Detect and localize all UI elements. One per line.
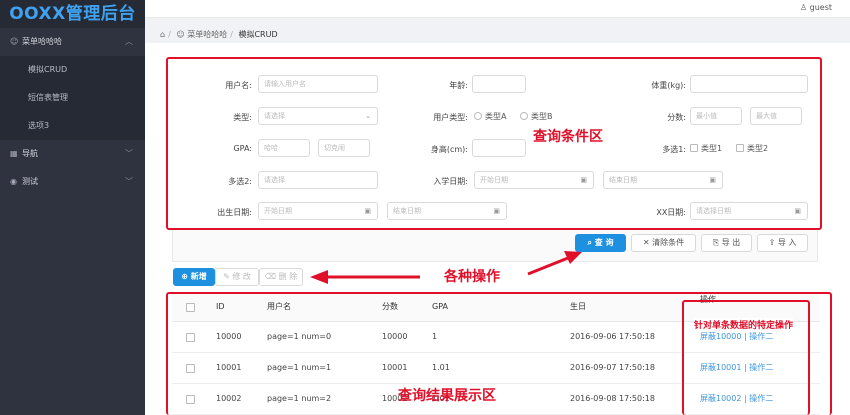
annotation-arrows xyxy=(310,251,582,284)
arrow-left-head xyxy=(310,270,328,284)
arrow-up xyxy=(527,256,569,276)
